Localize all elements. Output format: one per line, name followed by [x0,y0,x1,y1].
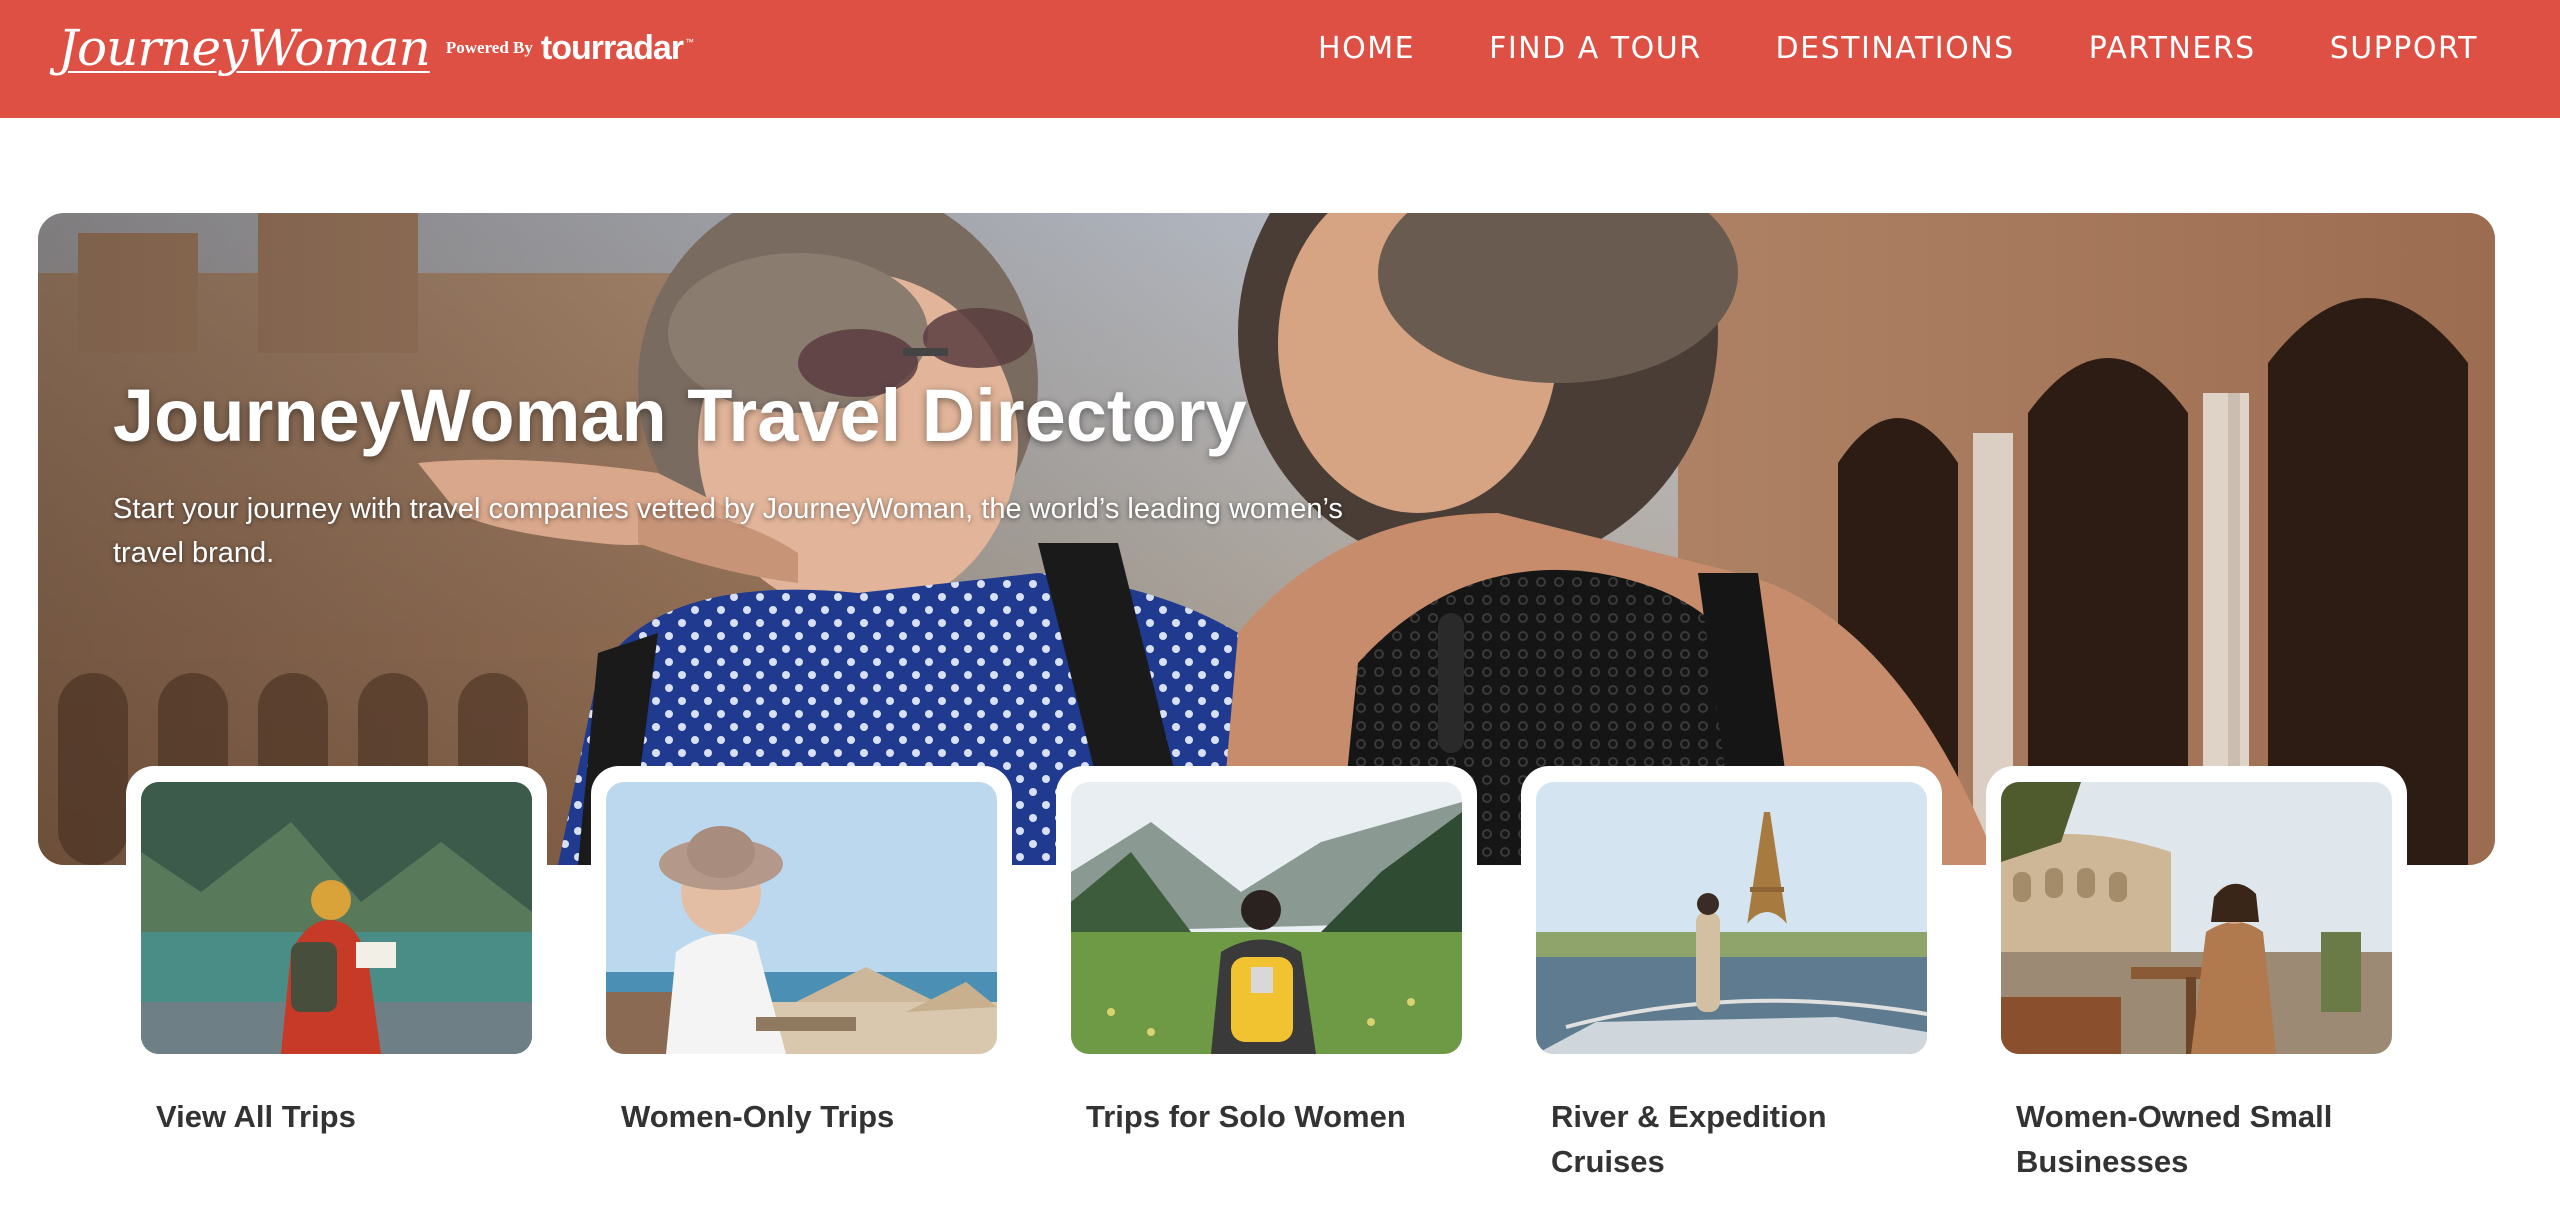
category-card-trips-for-solo-women[interactable]: Trips for Solo Women [1056,766,1477,1139]
hero-text-block: JourneyWoman Travel Directory Start your… [113,371,1413,575]
journeywoman-logo: JourneyWoman [58,19,431,77]
card-frame [1521,766,1942,1066]
card-image-eiffel-tower-river-cruise [1536,782,1927,1054]
card-image-backpacker-in-green-valley [1071,782,1462,1054]
card-frame [591,766,1012,1066]
nav-find-a-tour[interactable]: FIND A TOUR [1489,31,1701,66]
card-image-hiker-at-mountain-lake [141,782,532,1054]
tourradar-logo: tourradar [540,28,684,67]
brand-logo-link[interactable]: JourneyWoman Powered By tourradar ™ [58,18,694,78]
card-frame [1056,766,1477,1066]
category-label: River & Expedition Cruises [1551,1099,1827,1179]
hero-title: JourneyWoman Travel Directory [113,374,1247,457]
category-card-women-owned-small-businesses[interactable]: Women-Owned Small Businesses [1986,766,2407,1184]
trademark-mark: ™ [685,37,695,47]
nav-home[interactable]: HOME [1318,31,1415,66]
category-label: Women-Only Trips [621,1099,895,1134]
site-header: JourneyWoman Powered By tourradar ™ HOME… [0,0,2560,118]
card-frame [1986,766,2407,1066]
nav-support[interactable]: SUPPORT [2330,31,2478,66]
category-card-view-all-trips[interactable]: View All Trips [126,766,547,1139]
nav-partners[interactable]: PARTNERS [2089,31,2256,66]
card-image-woman-at-cafe-near-colosseum [2001,782,2392,1054]
nav-destinations[interactable]: DESTINATIONS [1776,31,2015,66]
category-label: Trips for Solo Women [1086,1099,1406,1134]
powered-by-text: Powered By [445,38,533,57]
hero-subtitle: Start your journey with travel companies… [113,493,1343,569]
category-card-women-only-trips[interactable]: Women-Only Trips [591,766,1012,1139]
main-nav: HOME FIND A TOUR DESTINATIONS PARTNERS S… [1244,26,2478,70]
category-card-river-expedition-cruises[interactable]: River & Expedition Cruises [1521,766,1942,1184]
card-image-woman-in-sunhat-at-beach [606,782,997,1054]
category-cards: View All Trips Women-Only Trips Trips fo… [126,766,2416,1186]
category-label: Women-Owned Small Businesses [2016,1099,2333,1179]
category-label: View All Trips [156,1099,356,1134]
card-frame [126,766,547,1066]
